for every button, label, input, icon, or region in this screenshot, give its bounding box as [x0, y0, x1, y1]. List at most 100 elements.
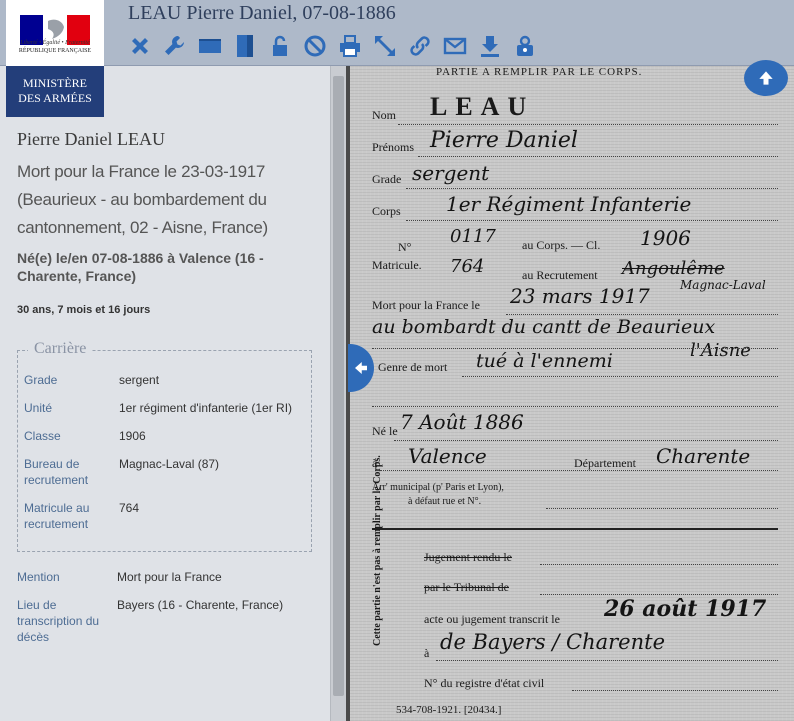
vertical-layout-icon[interactable]	[233, 33, 257, 59]
doc-jugement: Jugement rendu le	[424, 550, 512, 564]
doc-no-label: N°	[398, 240, 412, 254]
doc-line	[546, 508, 778, 509]
doc-matricule-label: Matricule.	[372, 258, 422, 272]
doc-line	[394, 440, 778, 441]
doc-line	[380, 470, 778, 471]
doc-corps-value: 1er Régiment Infanterie	[446, 192, 692, 216]
doc-recrutement-place2: Magnac-Laval	[680, 278, 766, 292]
expand-icon[interactable]	[373, 33, 397, 59]
doc-line	[406, 188, 778, 189]
doc-mort-place: au bombardt du cantt de Beaurieux	[372, 316, 716, 338]
logo-motto: Liberté • Égalité • Fraternité	[20, 40, 90, 46]
doc-acte-value: 26 août 1917	[604, 596, 767, 622]
horizontal-layout-icon[interactable]	[198, 33, 222, 59]
doc-line	[540, 564, 778, 565]
doc-departement-value: Charente	[656, 444, 751, 468]
doc-prenoms-value: Pierre Daniel	[430, 128, 578, 153]
doc-nom-label: Nom	[372, 108, 396, 122]
career-label: Bureau de recrutement	[24, 457, 89, 487]
doc-a2-value: de Bayers / Charente	[440, 630, 666, 654]
doc-line	[462, 376, 778, 377]
career-legend: Carrière	[28, 340, 93, 358]
doc-recrutement-value: 764	[450, 256, 485, 277]
doc-footer: 534-708-1921. [20434.]	[396, 704, 502, 716]
doc-line	[436, 660, 778, 661]
logo-ministry: MINISTÈRE DES ARMÉES	[6, 66, 104, 117]
scrollbar-thumb[interactable]	[333, 76, 344, 696]
doc-ne-value: 7 Août 1886	[400, 410, 524, 434]
doc-mort-dept: l'Aisne	[690, 340, 751, 361]
career-label: Classe	[24, 429, 61, 443]
person-name: Pierre Daniel LEAU	[17, 129, 165, 149]
doc-arr2: à défaut rue et N°.	[408, 496, 482, 507]
lock-icon[interactable]	[268, 33, 292, 59]
doc-corps-label: Corps	[372, 204, 401, 218]
doc-line	[372, 406, 778, 407]
doc-line	[540, 594, 778, 595]
doc-mort-label: Mort pour la France le	[372, 298, 480, 312]
ministry-logo: Liberté • Égalité • Fraternité RÉPUBLIQU…	[6, 0, 104, 117]
career-label: Grade	[24, 373, 58, 387]
career-value: 1er régiment d'infanterie (1er RI)	[119, 401, 293, 415]
document-viewer[interactable]: PARTIE A REMPLIR PAR LE CORPS. Nom LEAU …	[346, 66, 794, 721]
doc-line	[406, 220, 778, 221]
doc-nom-value: LEAU	[430, 92, 535, 121]
doc-registre: N° du registre d'état civil	[424, 676, 545, 690]
toolbar	[128, 32, 548, 60]
doc-line	[372, 348, 778, 349]
doc-recrutement-label: au Recrutement	[522, 268, 598, 282]
close-icon[interactable]	[128, 33, 152, 59]
doc-prenoms-label: Prénoms	[372, 140, 414, 154]
career-value: 764	[119, 501, 140, 515]
doc-line	[506, 314, 778, 315]
wrench-icon[interactable]	[163, 33, 187, 59]
download-icon[interactable]	[478, 33, 502, 59]
link-icon[interactable]	[408, 33, 432, 59]
doc-aucorps-label: au Corps. — Cl.	[522, 238, 601, 252]
arrow-up-icon	[759, 71, 773, 85]
logo-ministry-line2: DES ARMÉES	[18, 91, 92, 105]
logo-ministry-line1: MINISTÈRE	[23, 76, 87, 90]
doc-aucorps-value: 0117	[450, 226, 496, 247]
arrow-left-icon	[355, 362, 367, 374]
doc-line	[418, 156, 778, 157]
doc-side-note: Cette partie n'est pas à remplir par le …	[372, 455, 383, 646]
doc-a2: à	[424, 646, 430, 660]
career-value: sergent	[119, 373, 160, 387]
birth-info: Né(e) le/en 07-08-1886 à Valence (16 - C…	[17, 250, 264, 284]
doc-departement-label: Département	[574, 456, 636, 470]
career-label: Unité	[24, 401, 53, 415]
career-section: Carrière Grade sergent Unité 1er régimen…	[17, 340, 312, 552]
logo-republic: RÉPUBLIQUE FRANÇAISE	[18, 48, 92, 54]
document-scan: PARTIE A REMPLIR PAR LE CORPS. Nom LEAU …	[350, 66, 794, 721]
doc-classe-value: 1906	[640, 226, 691, 250]
mention-label: Mention	[17, 570, 60, 584]
transcription-label: Lieu de transcription du décès	[17, 598, 100, 644]
doc-genre-label: Genre de mort	[378, 360, 448, 374]
career-label: Matricule au recrutement	[24, 501, 90, 531]
mention-value: Mort pour la France	[117, 570, 222, 584]
doc-acte: acte ou jugement transcrit le	[424, 612, 560, 626]
doc-recrutement-place: Angoulême	[622, 258, 725, 279]
doc-line	[398, 124, 778, 125]
mail-icon[interactable]	[443, 33, 467, 59]
doc-grade-label: Grade	[372, 172, 402, 186]
doc-header: PARTIE A REMPLIR PAR LE CORPS.	[436, 66, 643, 78]
death-info: Mort pour la France le 23-03-1917 (Beaur…	[17, 162, 268, 237]
doc-a-value: Valence	[408, 444, 487, 468]
print-icon[interactable]	[338, 33, 362, 59]
page-title: LEAU Pierre Daniel, 07-08-1886	[128, 2, 396, 24]
details-panel: Pierre Daniel LEAU Mort pour la France l…	[0, 66, 330, 721]
scroll-top-button[interactable]	[744, 60, 788, 96]
lock-user-icon[interactable]	[513, 33, 537, 59]
career-value: Magnac-Laval (87)	[119, 457, 220, 471]
forbidden-icon[interactable]	[303, 33, 327, 59]
doc-ne-label: Né le	[372, 424, 398, 438]
doc-grade-value: sergent	[412, 161, 490, 185]
doc-arr1: Arr' municipal (p' Paris et Lyon),	[372, 482, 504, 493]
doc-genre-value: tué à l'ennemi	[476, 350, 613, 372]
doc-line	[572, 690, 778, 691]
doc-divider	[372, 528, 778, 530]
panel-scrollbar[interactable]	[330, 66, 346, 721]
transcription-value: Bayers (16 - Charente, France)	[117, 598, 284, 612]
